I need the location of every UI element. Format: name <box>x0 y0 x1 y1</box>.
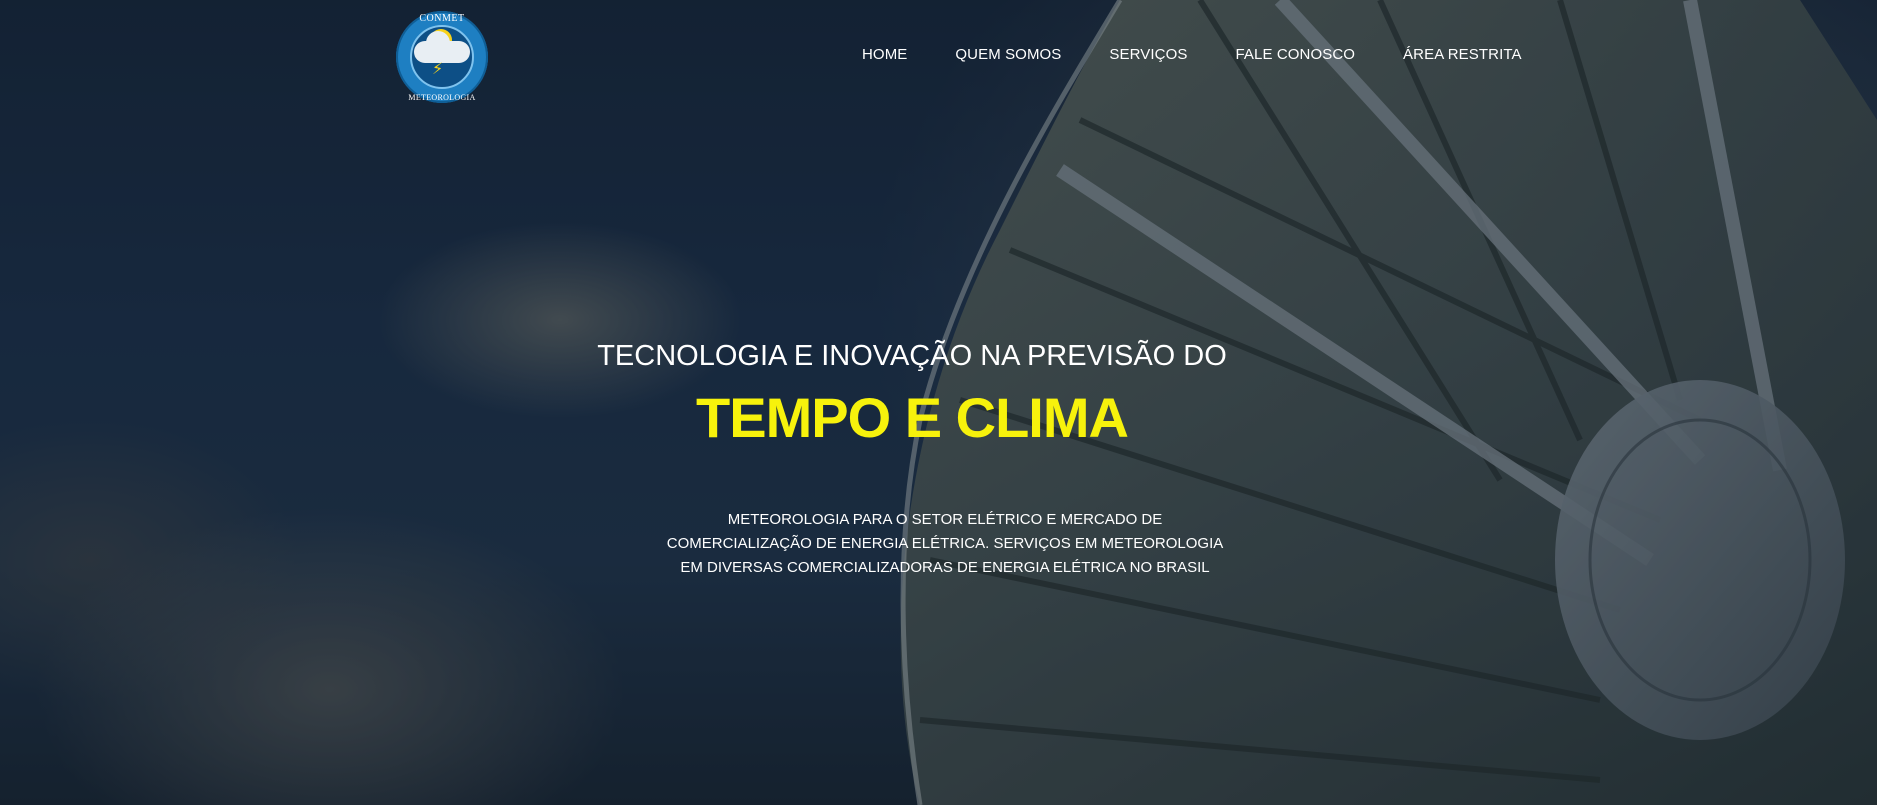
conmet-logo[interactable]: CONMET ⚡ METEOROLOGIA <box>396 11 488 103</box>
logo-bottom-text: METEOROLOGIA <box>408 93 476 102</box>
main-nav: HOME QUEM SOMOS SERVIÇOS FALE CONOSCO ÁR… <box>862 46 1522 63</box>
logo-top-text: CONMET <box>419 13 465 24</box>
hero-title: TEMPO E CLIMA <box>696 386 1129 449</box>
hero-description: METEOROLOGIA PARA O SETOR ELÉTRICO E MER… <box>666 511 1224 576</box>
nav-item-servicos[interactable]: SERVIÇOS <box>1109 46 1187 63</box>
top-navbar: CONMET ⚡ METEOROLOGIA HOME QUEM SOMOS SE… <box>0 0 1877 115</box>
nav-item-fale-conosco[interactable]: FALE CONOSCO <box>1235 46 1355 63</box>
hero-content: TECNOLOGIA E INOVAÇÃO NA PREVISÃO DO TEM… <box>0 336 1877 580</box>
nav-item-area-restrita[interactable]: ÁREA RESTRITA <box>1403 46 1522 63</box>
hero-section: CONMET ⚡ METEOROLOGIA HOME QUEM SOMOS SE… <box>0 0 1877 805</box>
nav-item-home[interactable]: HOME <box>862 46 907 63</box>
hero-pre-title: TECNOLOGIA E INOVAÇÃO NA PREVISÃO DO <box>597 340 1227 372</box>
nav-item-quem-somos[interactable]: QUEM SOMOS <box>955 46 1061 63</box>
lightning-icon: ⚡ <box>432 59 444 78</box>
